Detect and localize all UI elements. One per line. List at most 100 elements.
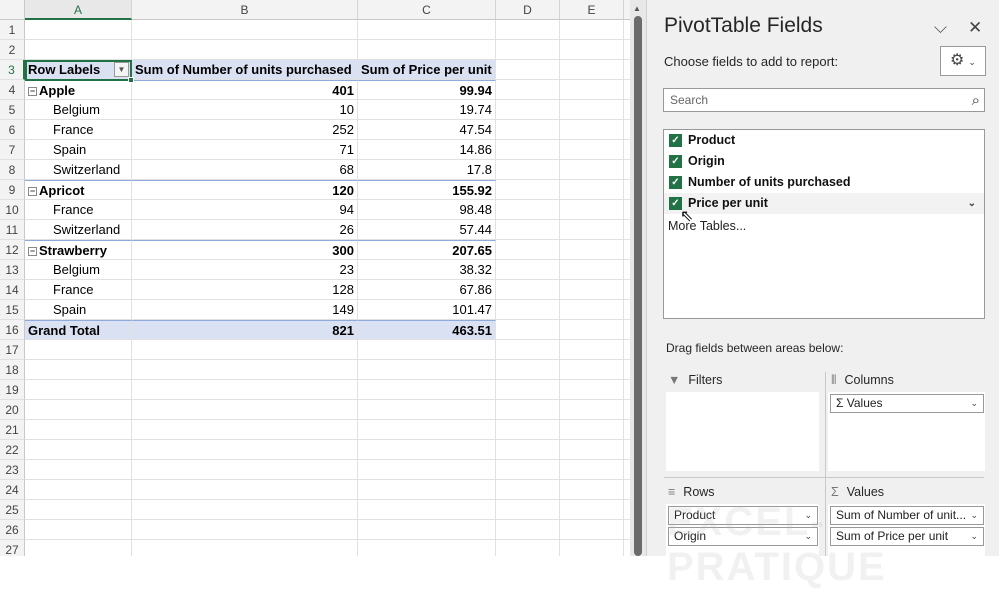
pivot-item-label[interactable]: Spain xyxy=(25,140,132,160)
cell[interactable] xyxy=(132,440,358,460)
cell[interactable] xyxy=(358,500,496,520)
cell[interactable] xyxy=(496,260,560,280)
price-value[interactable]: 47.54 xyxy=(358,120,496,140)
row-header[interactable]: 14 xyxy=(0,280,25,300)
cell[interactable] xyxy=(25,500,132,520)
cell[interactable] xyxy=(496,60,560,80)
chevron-down-icon[interactable]: ⌄ xyxy=(970,395,978,412)
cell[interactable] xyxy=(25,40,132,60)
cell[interactable] xyxy=(132,20,358,40)
column-header-e[interactable]: E xyxy=(560,0,624,20)
row-header[interactable]: 6 xyxy=(0,120,25,140)
close-icon[interactable]: ✕ xyxy=(968,18,982,38)
units-value[interactable]: 252 xyxy=(132,120,358,140)
cell[interactable] xyxy=(560,280,624,300)
cell[interactable] xyxy=(560,220,624,240)
cell[interactable] xyxy=(496,240,560,260)
cell[interactable] xyxy=(496,340,560,360)
row-header[interactable]: 7 xyxy=(0,140,25,160)
cell[interactable] xyxy=(560,340,624,360)
cell[interactable] xyxy=(132,40,358,60)
units-value[interactable]: 26 xyxy=(132,220,358,240)
units-value[interactable]: 23 xyxy=(132,260,358,280)
row-header[interactable]: 24 xyxy=(0,480,25,500)
cell[interactable] xyxy=(132,340,358,360)
columns-drop-area[interactable]: Σ Values ⌄ xyxy=(828,392,985,471)
row-header[interactable]: 25 xyxy=(0,500,25,520)
row-header[interactable]: 22 xyxy=(0,440,25,460)
row-header[interactable]: 12 xyxy=(0,240,25,260)
field-product[interactable]: ✓ Product xyxy=(664,130,984,151)
field-price-per-unit[interactable]: ✓ Price per unit ⌄ xyxy=(664,193,984,214)
cell[interactable] xyxy=(560,500,624,520)
cell[interactable] xyxy=(132,480,358,500)
row-header[interactable]: 16 xyxy=(0,320,25,340)
price-sum-header[interactable]: Sum of Price per unit xyxy=(358,60,496,80)
cell[interactable] xyxy=(560,420,624,440)
column-header-c[interactable]: C xyxy=(358,0,496,20)
cell[interactable] xyxy=(496,300,560,320)
pivot-item-label[interactable]: France xyxy=(25,200,132,220)
row-header[interactable]: 4 xyxy=(0,80,25,100)
cell[interactable] xyxy=(560,520,624,540)
chevron-down-icon[interactable]: ⌄ xyxy=(970,507,978,524)
row-header[interactable]: 13 xyxy=(0,260,25,280)
cell[interactable] xyxy=(25,420,132,440)
units-value[interactable]: 10 xyxy=(132,100,358,120)
row-header[interactable]: 17 xyxy=(0,340,25,360)
cell[interactable] xyxy=(560,200,624,220)
units-value[interactable]: 401 xyxy=(132,80,358,100)
cell[interactable] xyxy=(25,400,132,420)
cell[interactable] xyxy=(132,460,358,480)
price-value[interactable]: 67.86 xyxy=(358,280,496,300)
tools-gear-button[interactable]: ⚙ ⌄ xyxy=(940,46,986,76)
row-header[interactable]: 8 xyxy=(0,160,25,180)
units-value[interactable]: 120 xyxy=(132,180,358,200)
price-value[interactable]: 14.86 xyxy=(358,140,496,160)
row-header[interactable]: 2 xyxy=(0,40,25,60)
row-header[interactable]: 20 xyxy=(0,400,25,420)
cell[interactable] xyxy=(25,540,132,556)
row-header[interactable]: 23 xyxy=(0,460,25,480)
values-units-pill[interactable]: Sum of Number of unit... ⌄ xyxy=(830,506,984,525)
cell[interactable] xyxy=(560,400,624,420)
pivot-item-label[interactable]: Switzerland xyxy=(25,220,132,240)
cell[interactable] xyxy=(560,60,624,80)
cell[interactable] xyxy=(496,520,560,540)
pivot-item-label[interactable]: France xyxy=(25,280,132,300)
price-value[interactable]: 38.32 xyxy=(358,260,496,280)
cell[interactable] xyxy=(560,460,624,480)
cell[interactable] xyxy=(358,420,496,440)
cell[interactable] xyxy=(496,160,560,180)
cell[interactable] xyxy=(358,40,496,60)
pivot-group-label[interactable]: − Apricot xyxy=(25,180,132,200)
price-value[interactable]: 98.48 xyxy=(358,200,496,220)
pivot-group-label[interactable]: − Apple xyxy=(25,80,132,100)
chevron-down-icon[interactable]: ⌄ xyxy=(804,507,812,524)
grand-total-units[interactable]: 821 xyxy=(132,320,358,340)
units-value[interactable]: 300 xyxy=(132,240,358,260)
cell[interactable] xyxy=(358,340,496,360)
checkbox-checked-icon[interactable]: ✓ xyxy=(669,134,682,147)
price-value[interactable]: 19.74 xyxy=(358,100,496,120)
collapse-icon[interactable]: − xyxy=(28,187,37,196)
grand-total-price[interactable]: 463.51 xyxy=(358,320,496,340)
units-value[interactable]: 68 xyxy=(132,160,358,180)
chevron-down-icon[interactable]: ⌄ xyxy=(968,193,976,214)
field-origin[interactable]: ✓ Origin xyxy=(664,151,984,172)
row-header[interactable]: 5 xyxy=(0,100,25,120)
cell[interactable] xyxy=(25,460,132,480)
cell[interactable] xyxy=(496,420,560,440)
cell[interactable] xyxy=(496,480,560,500)
units-value[interactable]: 128 xyxy=(132,280,358,300)
cell[interactable] xyxy=(496,80,560,100)
price-value[interactable]: 207.65 xyxy=(358,240,496,260)
row-header[interactable]: 21 xyxy=(0,420,25,440)
cell[interactable] xyxy=(560,540,624,556)
price-value[interactable]: 57.44 xyxy=(358,220,496,240)
price-value[interactable]: 17.8 xyxy=(358,160,496,180)
filters-drop-area[interactable] xyxy=(666,392,819,471)
checkbox-checked-icon[interactable]: ✓ xyxy=(669,155,682,168)
rows-drop-area[interactable]: Product ⌄ Origin ⌄ xyxy=(666,504,819,556)
cell[interactable] xyxy=(560,380,624,400)
